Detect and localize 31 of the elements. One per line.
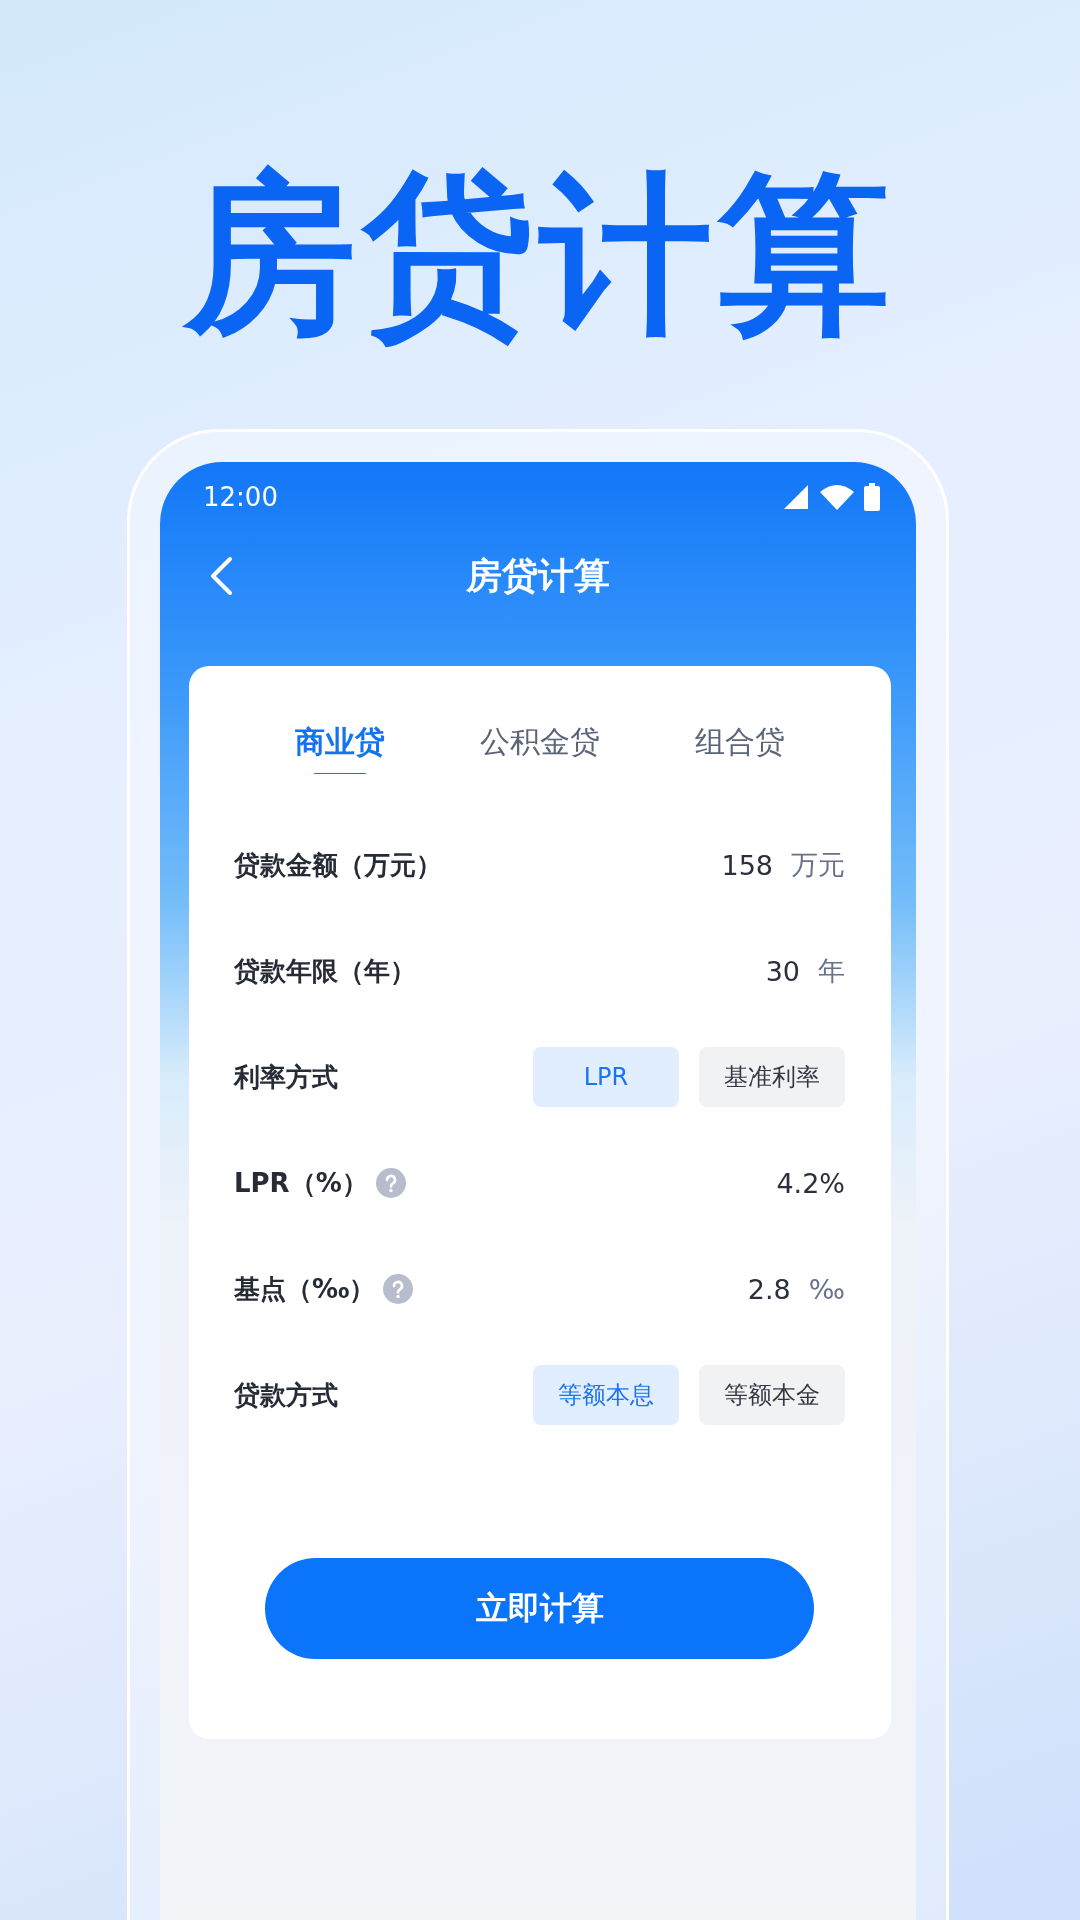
option-button[interactable]: 等额本息 bbox=[533, 1365, 679, 1425]
screen-title: 房贷计算 bbox=[466, 554, 610, 596]
option-button[interactable]: 基准利率 bbox=[699, 1047, 845, 1107]
field-label: 贷款金额（万元） bbox=[234, 848, 442, 882]
unit-label: ‰ bbox=[808, 1273, 845, 1305]
status-time: 12:00 bbox=[203, 482, 279, 512]
option-button[interactable]: 等额本金 bbox=[699, 1365, 845, 1425]
tab[interactable]: 组合贷 bbox=[639, 722, 840, 774]
unit-label: 年 bbox=[818, 954, 845, 988]
field-value[interactable]: 30 bbox=[765, 955, 800, 987]
field-label: 基点（‰） bbox=[234, 1272, 376, 1306]
tab-indicator bbox=[313, 773, 366, 774]
field-label: 贷款方式 bbox=[234, 1378, 338, 1412]
headline: 房贷计算 bbox=[181, 155, 897, 355]
help-icon[interactable] bbox=[383, 1274, 414, 1304]
tab[interactable]: 商业贷 bbox=[239, 722, 440, 774]
field-value[interactable]: 4.2% bbox=[776, 1167, 845, 1199]
option-button[interactable]: LPR bbox=[533, 1047, 679, 1107]
wifi-icon bbox=[820, 484, 854, 510]
signal-icon bbox=[782, 483, 810, 511]
field-label: 利率方式 bbox=[234, 1060, 338, 1094]
field-value[interactable]: 158 bbox=[721, 849, 773, 881]
unit-label: 万元 bbox=[791, 848, 845, 882]
help-icon[interactable] bbox=[375, 1168, 406, 1198]
back-icon[interactable] bbox=[208, 556, 234, 596]
battery-icon bbox=[864, 483, 880, 511]
field-label: 贷款年限（年） bbox=[234, 954, 416, 988]
field-value[interactable]: 2.8 bbox=[747, 1273, 791, 1305]
tab[interactable]: 公积金贷 bbox=[439, 722, 640, 774]
calculate-button[interactable]: 立即计算 bbox=[265, 1558, 814, 1659]
field-label: LPR（%） bbox=[234, 1166, 368, 1200]
